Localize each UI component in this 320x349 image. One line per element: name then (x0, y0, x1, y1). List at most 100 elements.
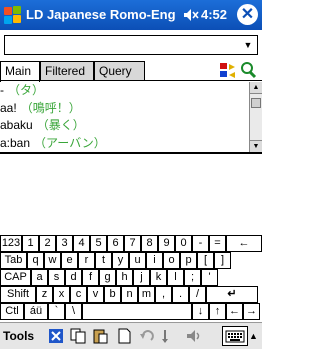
keyboard-row-top: Tab q w e r t y u i o p [ ] (0, 252, 262, 269)
search-combo[interactable]: ▼ (4, 35, 258, 55)
key-m[interactable]: m (138, 286, 155, 303)
key-5[interactable]: 5 (90, 235, 107, 252)
list-item[interactable]: abaku （暴く） (0, 117, 249, 135)
key-comma[interactable]: , (155, 286, 172, 303)
arrow-up-key[interactable]: ↑ (209, 303, 226, 320)
arrow-left-key[interactable]: ← (226, 303, 243, 320)
key-x[interactable]: x (53, 286, 70, 303)
key-j[interactable]: j (133, 269, 150, 286)
key-1[interactable]: 1 (22, 235, 39, 252)
key-h[interactable]: h (116, 269, 133, 286)
list-item[interactable]: a:ban （アーバン） (0, 135, 249, 153)
key-shift[interactable]: Shift (0, 286, 36, 303)
key-b[interactable]: b (104, 286, 121, 303)
backspace-key[interactable]: ← (226, 235, 262, 252)
list-item[interactable]: - （タ） (0, 82, 249, 100)
key-4[interactable]: 4 (73, 235, 90, 252)
key-f[interactable]: f (82, 269, 99, 286)
key-period[interactable]: . (172, 286, 189, 303)
key-6[interactable]: 6 (107, 235, 124, 252)
key-t[interactable]: t (95, 252, 112, 269)
tab-filtered[interactable]: Filtered (40, 61, 94, 81)
key-minus[interactable]: - (192, 235, 209, 252)
chevron-down-icon[interactable]: ▼ (241, 37, 255, 53)
key-123[interactable]: 123 (0, 235, 22, 252)
key-u[interactable]: u (129, 252, 146, 269)
key-o[interactable]: o (163, 252, 180, 269)
key-d[interactable]: d (65, 269, 82, 286)
key-semicolon[interactable]: ; (184, 269, 201, 286)
toolbar-icons (220, 62, 257, 79)
translation-pane[interactable] (0, 154, 262, 235)
key-e[interactable]: e (61, 252, 78, 269)
key-g[interactable]: g (99, 269, 116, 286)
key-w[interactable]: w (44, 252, 61, 269)
volume-icon[interactable] (186, 328, 202, 344)
key-quote[interactable]: ' (201, 269, 218, 286)
input-method-dropdown-icon[interactable]: ▲ (249, 331, 258, 341)
key-v[interactable]: v (87, 286, 104, 303)
key-2[interactable]: 2 (39, 235, 56, 252)
key-k[interactable]: k (150, 269, 167, 286)
key-right-bracket[interactable]: ] (214, 252, 231, 269)
key-l[interactable]: l (167, 269, 184, 286)
title-bar: LD Japanese Romo-Eng 4:52 ✕ (0, 0, 262, 30)
key-7[interactable]: 7 (124, 235, 141, 252)
key-slash[interactable]: / (189, 286, 206, 303)
key-backslash[interactable]: \ (65, 303, 82, 320)
result-list[interactable]: - （タ） aa! （鳴呼！） abaku （暴く） a:ban （アーバン） (0, 82, 249, 152)
romaji: - (0, 83, 4, 97)
key-backtick[interactable]: ` (48, 303, 65, 320)
new-document-icon[interactable] (116, 328, 132, 344)
undo-icon[interactable] (139, 328, 155, 344)
key-s[interactable]: s (48, 269, 65, 286)
romaji: a:ban (0, 135, 31, 150)
enter-key[interactable]: ↵ (206, 286, 258, 303)
key-c[interactable]: c (70, 286, 87, 303)
key-caps[interactable]: CAP (0, 269, 31, 286)
key-8[interactable]: 8 (141, 235, 158, 252)
magnifier-icon[interactable] (241, 62, 257, 79)
copy-icon[interactable] (70, 328, 86, 344)
key-r[interactable]: r (78, 252, 95, 269)
key-q[interactable]: q (27, 252, 44, 269)
key-9[interactable]: 9 (158, 235, 175, 252)
key-tab[interactable]: Tab (0, 252, 27, 269)
tools-menu[interactable]: Tools (3, 329, 34, 343)
scroll-thumb[interactable] (251, 98, 261, 108)
paste-icon[interactable] (92, 328, 108, 344)
key-ctrl[interactable]: Ctl (0, 303, 24, 320)
key-equals[interactable]: = (209, 235, 226, 252)
scroll-up-icon[interactable]: ▲ (250, 82, 262, 94)
scroll-down-icon[interactable]: ▼ (250, 140, 262, 152)
key-space[interactable] (82, 303, 192, 320)
cut-icon[interactable] (48, 328, 64, 344)
arrow-down-key[interactable]: ↓ (192, 303, 209, 320)
tab-query[interactable]: Query (94, 61, 145, 81)
swap-direction-icon[interactable] (220, 63, 235, 78)
arrow-right-key[interactable]: → (243, 303, 260, 320)
key-3[interactable]: 3 (56, 235, 73, 252)
key-z[interactable]: z (36, 286, 53, 303)
key-a[interactable]: a (31, 269, 48, 286)
keyboard-icon[interactable] (222, 326, 248, 346)
start-menu-icon[interactable] (3, 5, 23, 25)
key-accents[interactable]: áü (24, 303, 48, 320)
list-scroll-icon[interactable] (162, 328, 178, 344)
keyboard-row-numbers: 123 1 2 3 4 5 6 7 8 9 0 - = ← (0, 235, 262, 252)
key-y[interactable]: y (112, 252, 129, 269)
key-p[interactable]: p (180, 252, 197, 269)
list-scrollbar[interactable]: ▲ ▼ (249, 82, 262, 152)
kana: （タ） (8, 83, 45, 97)
key-i[interactable]: i (146, 252, 163, 269)
close-button[interactable]: ✕ (237, 4, 258, 25)
speaker-muted-icon[interactable] (183, 8, 199, 22)
key-n[interactable]: n (121, 286, 138, 303)
key-left-bracket[interactable]: [ (197, 252, 214, 269)
clock[interactable]: 4:52 (201, 7, 227, 22)
tab-main[interactable]: Main (0, 61, 40, 82)
list-item[interactable]: aa! （鳴呼！） (0, 100, 249, 118)
search-input[interactable] (5, 36, 241, 54)
key-0[interactable]: 0 (175, 235, 192, 252)
kana: （アーバン） (34, 135, 106, 150)
